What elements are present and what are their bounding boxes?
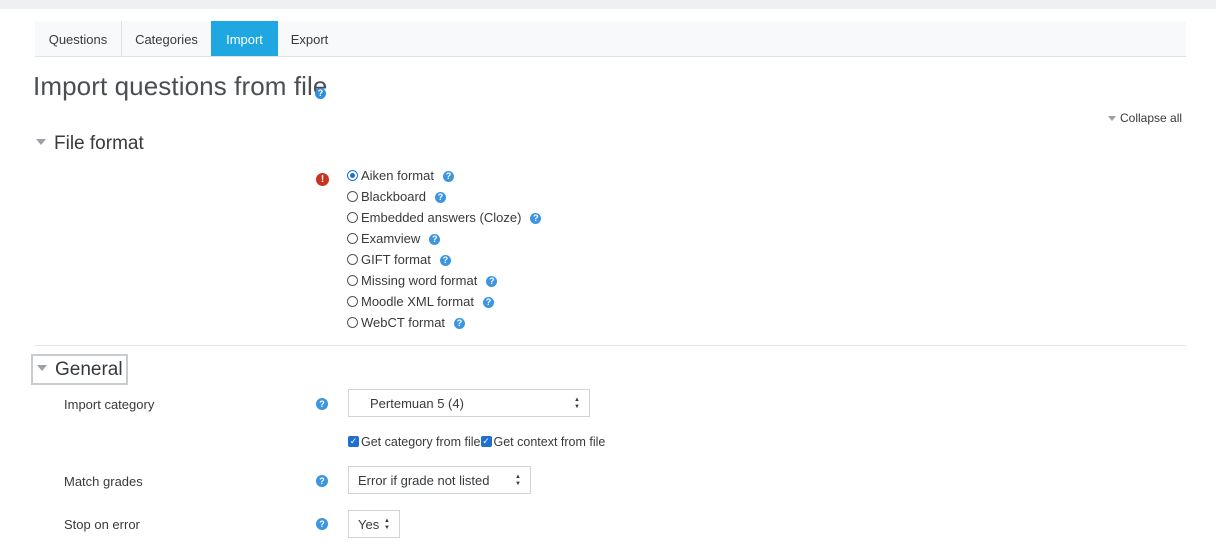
- select-chevron-icon: ▲ ▼: [515, 474, 521, 487]
- help-icon[interactable]: ?: [429, 234, 441, 246]
- radio-button[interactable]: [347, 317, 358, 329]
- format-option-label: GIFT format: [361, 252, 431, 267]
- format-option[interactable]: Examview?: [347, 228, 541, 249]
- format-option-label: WebCT format: [361, 315, 446, 330]
- collapse-all-link[interactable]: Collapse all: [1108, 111, 1182, 125]
- help-icon[interactable]: ?: [530, 213, 542, 225]
- page-title: Import questions from file: [33, 71, 328, 101]
- format-option-label: Aiken format: [361, 168, 434, 183]
- tab-export[interactable]: Export: [278, 21, 341, 56]
- checkbox-label: Get context from file: [493, 435, 606, 449]
- collapse-icon: [36, 138, 46, 145]
- tab-categories[interactable]: Categories: [122, 21, 211, 56]
- help-icon[interactable]: ?: [454, 318, 466, 330]
- import-category-select[interactable]: Pertemuan 5 (4) ▲ ▼: [348, 389, 590, 417]
- collapse-icon: [37, 364, 47, 371]
- radio-button[interactable]: [347, 233, 358, 245]
- help-icon[interactable]: ?: [316, 475, 328, 487]
- help-icon[interactable]: ?: [439, 255, 451, 267]
- stop-on-error-select[interactable]: Yes ▲ ▼: [348, 510, 400, 538]
- section-general[interactable]: General: [31, 354, 128, 385]
- checkbox-label: Get category from file: [361, 435, 481, 449]
- match-grades-label: Match grades: [64, 474, 143, 489]
- help-icon[interactable]: ?: [442, 171, 454, 183]
- select-value: Yes: [358, 517, 380, 532]
- checkbox-context-from-file[interactable]: ✓: [480, 436, 492, 448]
- help-icon[interactable]: ?: [482, 297, 494, 309]
- radio-button[interactable]: [347, 254, 358, 266]
- section-file-format[interactable]: File format: [36, 133, 144, 155]
- format-option[interactable]: Missing word format?: [347, 270, 541, 291]
- help-icon[interactable]: ?: [316, 398, 328, 410]
- format-option-label: Blackboard: [361, 189, 427, 204]
- section-title: General: [55, 359, 123, 380]
- tab-questions[interactable]: Questions: [35, 21, 122, 56]
- required-icon: !: [316, 173, 329, 186]
- file-options: ✓ Get category from file ✓ Get context from…: [348, 435, 605, 449]
- question-bank-tabs: Questions Categories Import Export: [35, 21, 1186, 57]
- format-option-label: Examview: [361, 231, 421, 246]
- format-option[interactable]: GIFT format?: [347, 249, 541, 270]
- format-option[interactable]: Aiken format?: [347, 165, 541, 186]
- select-chevron-icon: ▲ ▼: [574, 397, 580, 410]
- help-icon[interactable]: ?: [316, 518, 328, 530]
- select-chevron-icon: ▲ ▼: [384, 518, 390, 531]
- tab-import[interactable]: Import: [211, 21, 278, 56]
- help-icon[interactable]: ?: [315, 88, 326, 99]
- radio-button[interactable]: [347, 170, 358, 182]
- collapse-icon: [1108, 116, 1116, 122]
- format-radio-group: Aiken format? Blackboard? Embedded answe…: [347, 165, 542, 333]
- format-option[interactable]: Blackboard?: [347, 186, 541, 207]
- format-option[interactable]: Embedded answers (Cloze)?: [347, 207, 542, 228]
- format-option-label: Embedded answers (Cloze): [361, 210, 522, 225]
- format-option[interactable]: WebCT format?: [347, 312, 541, 333]
- checkbox-category-from-file[interactable]: ✓: [348, 436, 359, 448]
- help-icon[interactable]: ?: [435, 192, 447, 204]
- stop-on-error-label: Stop on error: [64, 517, 140, 532]
- format-option[interactable]: Moodle XML format?: [347, 291, 541, 312]
- radio-button[interactable]: [347, 296, 358, 308]
- select-value: Error if grade not listed: [358, 473, 490, 488]
- section-divider: [35, 345, 1186, 346]
- radio-button[interactable]: [347, 191, 358, 203]
- help-icon[interactable]: ?: [486, 276, 498, 288]
- top-bar: [0, 0, 1216, 9]
- match-grades-select[interactable]: Error if grade not listed ▲ ▼: [348, 466, 531, 494]
- import-category-label: Import category: [64, 397, 155, 412]
- format-option-label: Moodle XML format: [361, 294, 474, 309]
- section-title: File format: [54, 133, 144, 154]
- radio-button[interactable]: [347, 275, 358, 287]
- radio-button[interactable]: [347, 212, 358, 224]
- collapse-all-label: Collapse all: [1120, 111, 1183, 125]
- format-option-label: Missing word format: [361, 273, 478, 288]
- select-value: Pertemuan 5 (4): [370, 396, 464, 411]
